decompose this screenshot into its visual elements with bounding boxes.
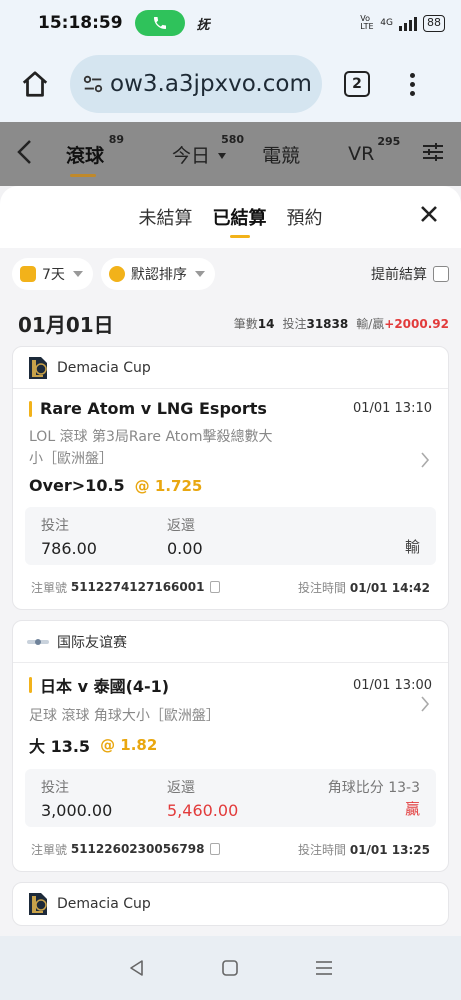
odds: @ 1.82 [100,736,158,754]
early-settle-toggle[interactable]: 提前結算 [371,264,449,284]
tab-settled[interactable]: 已結算 [213,204,267,230]
chevron-right-icon[interactable] [420,451,430,469]
bet-card[interactable]: Demacia Cup Rare Atom v LNG Esports 01/0… [12,346,449,610]
market-description: LOL 滾球 第3局Rare Atom擊殺總數大 小［歐洲盤］ [29,429,273,467]
order-number: 5112260230056798 [70,842,205,856]
caret-down-icon [218,153,227,159]
home-icon [22,71,48,97]
league-name: 国际友谊赛 [57,634,127,651]
address-bar[interactable]: ow3.a3jpxvo.com [70,55,322,113]
match-time: 01/01 13:00 [352,677,432,693]
bet-card[interactable]: 国际友谊赛 日本 v 泰國(4-1) 01/01 13:00 足球 滾球 角球大… [12,620,449,872]
chevron-left-icon [17,140,31,164]
match-time: 01/01 13:10 [352,401,432,416]
app-notification-icon: 抚 [196,17,210,33]
order-number: 5112274127166001 [70,580,205,594]
bet-footer: 注單號 5112274127166001 投注時間 01/01 14:42 [31,580,430,595]
match-title: Rare Atom v LNG Esports [40,399,267,418]
copy-icon[interactable] [210,581,221,593]
bet-count: 筆數14 [233,316,275,331]
league-header: Demacia Cup [13,883,448,925]
odds: @ 1.725 [134,476,203,495]
tab-today[interactable]: 今日 580 [172,133,244,168]
status-bar: 15:18:59 抚 Vo LTE 4G 88 [0,0,461,46]
tab-vr[interactable]: VR 295 [348,135,400,165]
profit-loss: 輸/贏+2000.92 [356,316,449,331]
match-title: 日本 v 泰國(4-1) [40,677,170,696]
close-icon [421,206,437,222]
signal-icon [399,15,417,31]
lol-logo-icon [29,893,47,915]
day-summary: 01月01日 筆數14 投注31838 輸/贏+2000.92 [0,300,461,346]
tab-live[interactable]: 滾球 89 [66,133,124,177]
check-circle-icon [108,266,125,282]
sliders-icon [423,143,443,161]
url-text: ow3.a3jpxvo.com [110,71,312,97]
phone-icon [153,17,166,29]
bet-card[interactable]: Demacia Cup [12,882,449,926]
more-menu-button[interactable] [410,72,415,96]
ongoing-call-pill[interactable] [134,10,185,36]
sort-dropdown[interactable]: 默認排序 [100,258,215,290]
return-amount: 0.00 [167,539,203,558]
close-button[interactable] [419,204,441,226]
match-info: 日本 v 泰國(4-1) 01/01 13:00 足球 滾球 角球大小［歐洲盤］… [13,663,448,757]
friendly-league-icon [27,638,49,645]
chevron-right-icon[interactable] [420,695,430,713]
caret-down-icon [194,271,205,277]
tab-reserved[interactable]: 預約 [287,204,323,230]
lol-logo-icon [29,356,47,379]
selection: Over>10.5 [29,476,125,495]
copy-icon[interactable] [210,843,221,855]
early-settle-checkbox[interactable] [433,266,449,282]
stake-amount: 3,000.00 [41,801,113,820]
league-name: Demacia Cup [57,359,151,376]
filter-row: 7天 默認排序 提前結算 [0,248,461,300]
clock: 15:18:59 [38,13,123,33]
result-note [405,515,420,532]
filter-settings-button[interactable] [421,140,445,168]
site-settings-icon [83,75,103,93]
result-badge: 贏 [404,800,420,818]
home-button[interactable] [0,69,70,99]
date-range-dropdown[interactable]: 7天 [12,258,93,290]
result-note: 角球比分 13-3 [327,780,420,796]
back-button[interactable] [0,139,56,169]
home-square-icon[interactable] [220,958,240,978]
total-stake: 投注31838 [282,316,349,331]
stake-return-box: 投注 3,000.00 返還 5,460.00 角球比分 13-3 贏 [25,769,436,827]
return-amount: 5,460.00 [167,801,239,820]
day-date: 01月01日 [18,312,114,337]
league-header: Demacia Cup [13,347,448,389]
volte-icon: Vo LTE [360,14,374,31]
tab-switcher-button[interactable]: 2 [344,71,370,97]
sports-nav: 滾球 89 今日 580 電競 VR 295 [0,122,461,186]
bet-footer: 注單號 5112260230056798 投注時間 01/01 13:25 [31,842,430,857]
back-triangle-icon[interactable] [127,958,147,978]
stake-amount: 786.00 [41,539,97,558]
browser-toolbar: ow3.a3jpxvo.com 2 [0,46,461,122]
tab-esports[interactable]: 電競 [262,141,300,168]
network-type-icon: 4G [380,18,393,28]
tab-unsettled[interactable]: 未結算 [139,204,193,230]
recents-menu-icon[interactable] [314,958,334,978]
stake-return-box: 投注 786.00 返還 0.00 輸 [25,507,436,565]
bet-time: 01/01 13:25 [349,842,430,857]
battery-icon: 88 [423,14,445,32]
caret-down-icon [72,271,83,277]
bet-time: 01/01 14:42 [349,580,430,595]
bet-status-tabs: 未結算 已結算 預約 [0,186,461,248]
league-header: 国际友谊赛 [13,621,448,663]
system-nav-bar [0,936,461,1000]
result-badge: 輸 [404,538,420,556]
bet-history-sheet: 未結算 已結算 預約 7天 默認排序 提前結算 01月01日 筆數14 投注31… [0,186,461,936]
league-name: Demacia Cup [57,896,151,912]
selection: 大 13.5 [29,737,91,756]
match-info: Rare Atom v LNG Esports 01/01 13:10 LOL … [13,389,448,495]
market-description: 足球 滾球 角球大小［歐洲盤］ [29,708,220,724]
calendar-icon [20,266,36,282]
